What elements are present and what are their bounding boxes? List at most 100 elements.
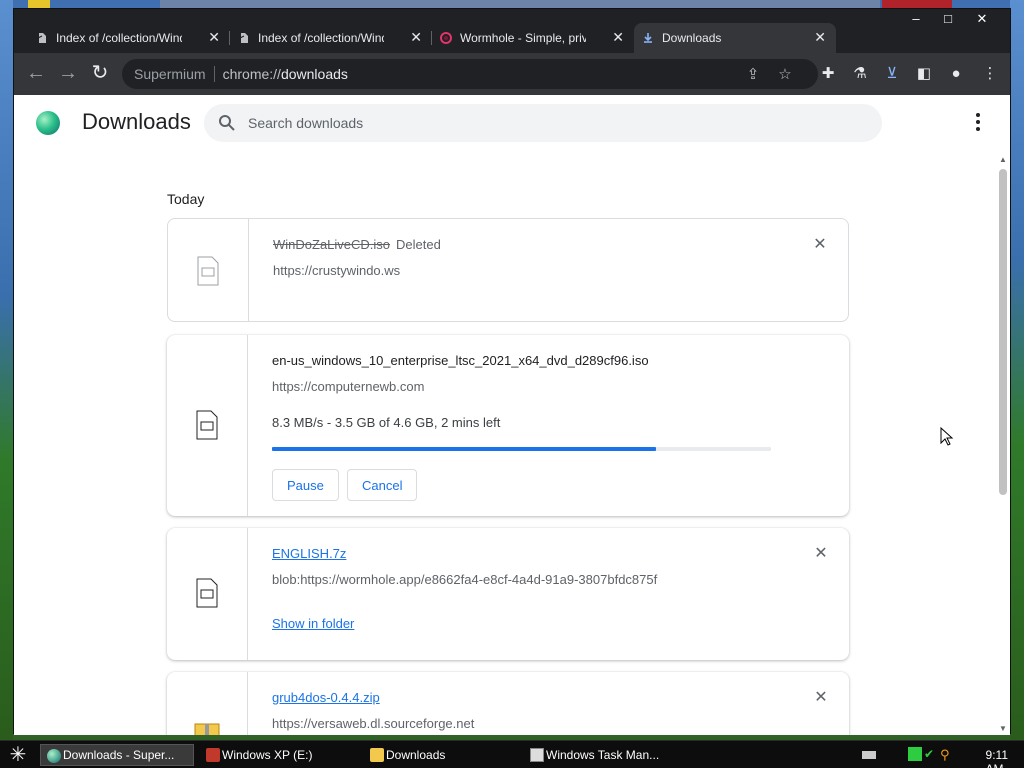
download-source-url: https://computernewb.com	[272, 379, 425, 394]
taskbar-item-task-manager[interactable]: Windows Task Man...	[524, 744, 678, 766]
maximize-button[interactable]: □	[932, 11, 964, 29]
download-item: ENGLISH.7z blob:https://wormhole.app/e86…	[167, 528, 849, 660]
search-input[interactable]	[248, 104, 868, 142]
url-scheme: chrome://	[222, 66, 281, 82]
close-window-button[interactable]: ✕	[964, 11, 1000, 29]
file-icon	[196, 578, 218, 608]
page-title: Downloads	[82, 109, 191, 134]
download-item: WinDoZaLiveCD.iso Deleted https://crusty…	[167, 218, 849, 322]
desktop-icon	[28, 0, 50, 8]
tab-index-collection-1[interactable]: Index of /collection/Window ✕	[28, 23, 230, 53]
download-source-url: https://versaweb.dl.sourceforge.net	[272, 716, 475, 731]
download-item-in-progress: en-us_windows_10_enterprise_ltsc_2021_x6…	[167, 335, 849, 516]
taskbar-item-downloads-folder[interactable]: Downloads	[364, 744, 520, 766]
tab-close-icon[interactable]: ✕	[410, 29, 422, 46]
taskbar-item-label: Downloads - Super...	[63, 748, 175, 762]
taskbar: ✳ Downloads - Super... Windows XP (E:) D…	[0, 740, 1024, 768]
tab-close-icon[interactable]: ✕	[208, 29, 220, 46]
tab-list: Index of /collection/Window ✕ Index of /…	[28, 23, 836, 53]
side-panel-icon[interactable]: ◧	[914, 64, 934, 84]
keyboard-icon[interactable]	[862, 751, 876, 759]
share-icon[interactable]: ⇪	[744, 65, 762, 83]
download-filename: en-us_windows_10_enterprise_ltsc_2021_x6…	[272, 353, 649, 368]
scrollbar[interactable]: ▲ ▼	[998, 155, 1008, 735]
reload-icon[interactable]: ↻	[88, 62, 112, 86]
tab-strip: Index of /collection/Window ✕ Index of /…	[14, 9, 1010, 53]
omnibox-divider	[213, 66, 215, 82]
desktop-background-left	[0, 0, 13, 740]
file-icon	[197, 256, 219, 286]
wormhole-icon	[440, 32, 452, 44]
tab-close-icon[interactable]: ✕	[612, 29, 624, 46]
more-actions-icon[interactable]	[974, 113, 982, 133]
search-tray-icon[interactable]: ⚲	[940, 747, 954, 762]
download-progress-text: 8.3 MB/s - 3.5 GB of 4.6 GB, 2 mins left	[272, 415, 501, 430]
window-controls: – □ ✕	[900, 11, 1000, 29]
web-page-icon	[37, 33, 46, 43]
show-in-folder-link[interactable]: Show in folder	[272, 616, 354, 631]
pause-button[interactable]: Pause	[272, 469, 339, 501]
network-icon[interactable]	[908, 747, 922, 761]
background-window-edge	[160, 0, 880, 8]
browser-menu-icon[interactable]: ⋮	[980, 64, 1000, 84]
tab-close-icon[interactable]: ✕	[814, 29, 826, 46]
download-item: grub4dos-0.4.4.zip https://versaweb.dl.s…	[167, 672, 849, 735]
drive-icon	[206, 748, 220, 762]
tab-downloads[interactable]: Downloads ✕	[634, 23, 836, 53]
downloads-page: Downloads ▲ ▼ Today WinDoZaLiveCD.iso De…	[14, 95, 1010, 735]
file-icon-column	[167, 335, 248, 516]
remove-from-list-icon[interactable]: ✕	[813, 546, 829, 562]
extensions-icon[interactable]: ✚	[818, 64, 838, 84]
tab-title: Wormhole - Simple, private	[460, 31, 586, 45]
download-icon	[644, 33, 652, 43]
tab-title: Index of /collection/Window	[258, 31, 384, 45]
remove-from-list-icon[interactable]: ✕	[812, 237, 828, 253]
downloads-toolbar-icon[interactable]: ⊻	[882, 64, 902, 84]
scrollbar-thumb[interactable]	[999, 169, 1007, 495]
back-icon[interactable]: ←	[24, 62, 48, 86]
supermium-app-icon	[47, 749, 61, 763]
taskbar-item-label: Downloads	[386, 748, 446, 762]
file-icon-column	[167, 528, 248, 660]
browser-window: Index of /collection/Window ✕ Index of /…	[13, 8, 1011, 735]
download-filename-link[interactable]: grub4dos-0.4.4.zip	[272, 690, 380, 705]
tab-wormhole[interactable]: Wormhole - Simple, private ✕	[432, 23, 634, 53]
profile-avatar-icon[interactable]: ●	[946, 64, 966, 84]
download-filename-link[interactable]: ENGLISH.7z	[272, 546, 346, 561]
taskbar-item-label: Windows XP (E:)	[222, 748, 313, 762]
forward-icon[interactable]: →	[56, 62, 80, 86]
zip-folder-icon	[194, 723, 220, 735]
file-icon-column	[167, 672, 248, 735]
address-bar[interactable]: Supermium chrome://downloads ⇪ ☆	[122, 59, 818, 89]
bookmark-star-icon[interactable]: ☆	[776, 65, 794, 83]
browser-brand-chip: Supermium	[134, 66, 206, 82]
taskbar-item-downloads-supermium[interactable]: Downloads - Super...	[40, 744, 194, 766]
background-window-close-edge	[882, 0, 952, 8]
search-box[interactable]	[204, 104, 882, 142]
folder-icon	[370, 748, 384, 762]
scroll-up-arrow-icon[interactable]: ▲	[999, 155, 1007, 164]
download-source-url: https://crustywindo.ws	[273, 263, 401, 278]
safely-remove-icon[interactable]: ✔	[924, 747, 938, 761]
minimize-button[interactable]: –	[900, 11, 932, 29]
browser-toolbar: ← → ↻ Supermium chrome://downloads ⇪ ☆ ✚…	[14, 53, 1010, 95]
start-button[interactable]: ✳	[6, 744, 30, 766]
scroll-down-arrow-icon[interactable]: ▼	[999, 724, 1007, 733]
desktop-background-right	[1010, 0, 1024, 740]
search-icon	[219, 115, 235, 131]
cancel-button[interactable]: Cancel	[347, 469, 418, 501]
taskbar-clock[interactable]: 9:11 AM	[986, 748, 1008, 768]
mouse-cursor-icon	[940, 427, 954, 446]
taskbar-item-label: Windows Task Man...	[546, 748, 660, 762]
web-page-icon	[239, 33, 248, 43]
remove-from-list-icon[interactable]: ✕	[813, 690, 829, 706]
taskbar-item-windows-xp-drive[interactable]: Windows XP (E:)	[200, 744, 360, 766]
supermium-logo-icon	[36, 111, 60, 135]
labs-flask-icon[interactable]: ⚗	[850, 64, 870, 84]
download-filename: WinDoZaLiveCD.iso	[273, 237, 391, 252]
download-progress-fill	[272, 447, 657, 451]
url-path: downloads	[280, 66, 348, 82]
download-progress-bar	[272, 447, 771, 451]
file-icon	[196, 410, 218, 440]
tab-index-collection-2[interactable]: Index of /collection/Window ✕	[230, 23, 432, 53]
